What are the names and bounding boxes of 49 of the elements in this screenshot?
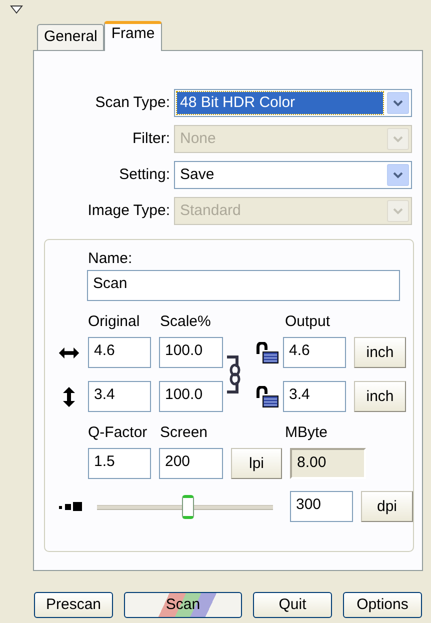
dropdown-value: Standard xyxy=(179,201,242,221)
button[interactable]: Options xyxy=(343,592,422,618)
number-field[interactable]: 3.4 xyxy=(283,381,346,412)
dropdown-value: 48 Bit HDR Color xyxy=(177,92,383,114)
number-field[interactable]: 300 xyxy=(290,491,353,522)
chevron-down-icon xyxy=(393,208,403,214)
column-label: Output xyxy=(285,313,332,332)
unit-button[interactable]: dpi xyxy=(361,491,413,522)
dropdown-value: None xyxy=(179,129,217,149)
column-label: Screen xyxy=(160,424,209,443)
field-label: Name: xyxy=(88,250,134,268)
name-field[interactable]: Scan xyxy=(87,270,400,301)
number-field[interactable]: 4.6 xyxy=(88,337,151,368)
tab[interactable]: Frame xyxy=(104,21,162,51)
tab[interactable]: General xyxy=(37,24,104,50)
vertical-arrow-icon xyxy=(61,386,77,408)
number-field[interactable]: 200 xyxy=(159,448,223,479)
dot-size-icon xyxy=(58,502,82,512)
number-field[interactable]: 1.5 xyxy=(88,448,151,479)
column-label: Scale% xyxy=(160,313,212,332)
unit-button[interactable]: lpi xyxy=(231,448,282,479)
dropdown[interactable]: Save xyxy=(174,161,412,189)
number-field[interactable]: 4.6 xyxy=(283,337,346,368)
padlock-icon xyxy=(255,386,279,408)
dropdown[interactable]: 48 Bit HDR Color xyxy=(174,89,412,117)
number-field[interactable]: 3.4 xyxy=(88,381,151,412)
chevron-down-icon xyxy=(393,172,403,178)
unit-button[interactable]: inch xyxy=(354,381,406,412)
horizontal-arrow-icon xyxy=(58,344,80,360)
button[interactable]: Prescan xyxy=(34,592,113,618)
padlock-icon xyxy=(255,342,279,364)
slider-thumb[interactable] xyxy=(182,494,194,518)
number-field[interactable]: 100.0 xyxy=(159,381,223,412)
chevron-down-icon xyxy=(393,136,403,142)
button[interactable]: Scan xyxy=(124,592,242,618)
button[interactable]: Quit xyxy=(253,592,332,618)
column-label: Original xyxy=(88,313,141,332)
field-label: Image Type: xyxy=(86,202,171,220)
size-readout: 8.00 xyxy=(290,448,366,479)
unit-button[interactable]: inch xyxy=(354,337,406,368)
collapse-triangle-icon xyxy=(10,5,23,14)
number-field[interactable]: 100.0 xyxy=(159,337,223,368)
field-label: Setting: xyxy=(118,166,171,184)
chevron-down-icon xyxy=(393,100,403,106)
column-label: MByte xyxy=(285,424,329,443)
field-label: Scan Type: xyxy=(94,94,171,112)
dropdown-value: Save xyxy=(179,165,216,185)
column-label: Q-Factor xyxy=(88,424,148,443)
field-label: Filter: xyxy=(132,130,171,148)
